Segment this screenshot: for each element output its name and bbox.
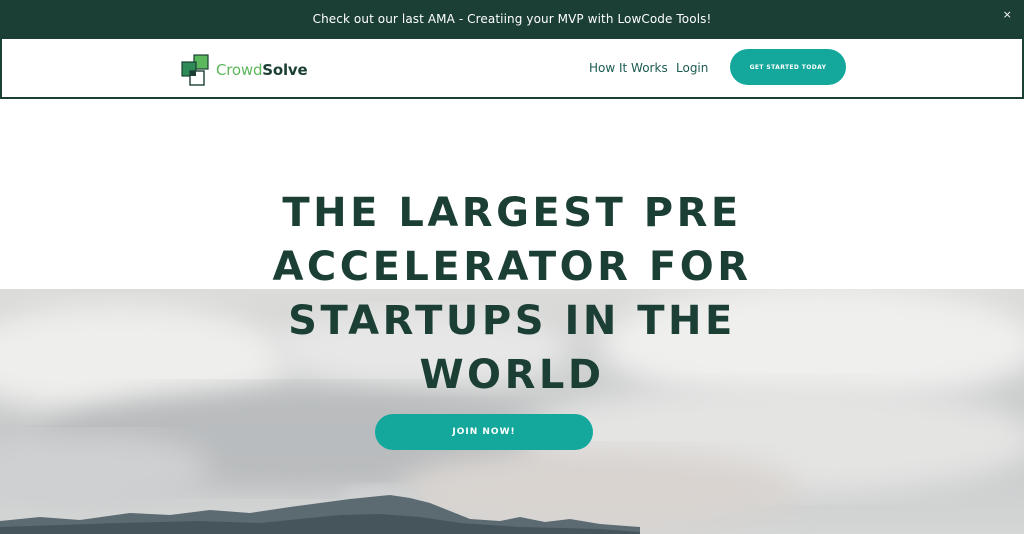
get-started-button[interactable]: GET STARTED TODAY: [730, 49, 846, 85]
brand-name-part1: Crowd: [216, 61, 263, 79]
hero-headline: THE LARGEST PRE ACCELERATOR FOR STARTUPS…: [0, 186, 1024, 402]
overlapping-squares-logo-icon: [181, 54, 209, 86]
announcement-bar: Check out our last AMA - Creatiing your …: [0, 0, 1024, 37]
brand-name-part2: Solve: [262, 61, 308, 79]
site-header: CrowdSolve How It Works Login GET STARTE…: [0, 37, 1024, 99]
close-icon[interactable]: ×: [1003, 8, 1012, 21]
nav-link-login[interactable]: Login: [676, 61, 708, 75]
brand-logo[interactable]: CrowdSolve: [181, 53, 308, 87]
join-now-button[interactable]: JOIN NOW!: [375, 414, 593, 450]
announcement-text[interactable]: Check out our last AMA - Creatiing your …: [313, 12, 712, 26]
headline-line-3: STARTUPS IN THE: [288, 298, 736, 344]
brand-name: CrowdSolve: [216, 61, 308, 79]
headline-line-4: WORLD: [419, 352, 605, 398]
headline-line-2: ACCELERATOR FOR: [272, 244, 752, 290]
headline-line-1: THE LARGEST PRE: [282, 190, 742, 236]
nav-link-how-it-works[interactable]: How It Works: [589, 61, 668, 75]
